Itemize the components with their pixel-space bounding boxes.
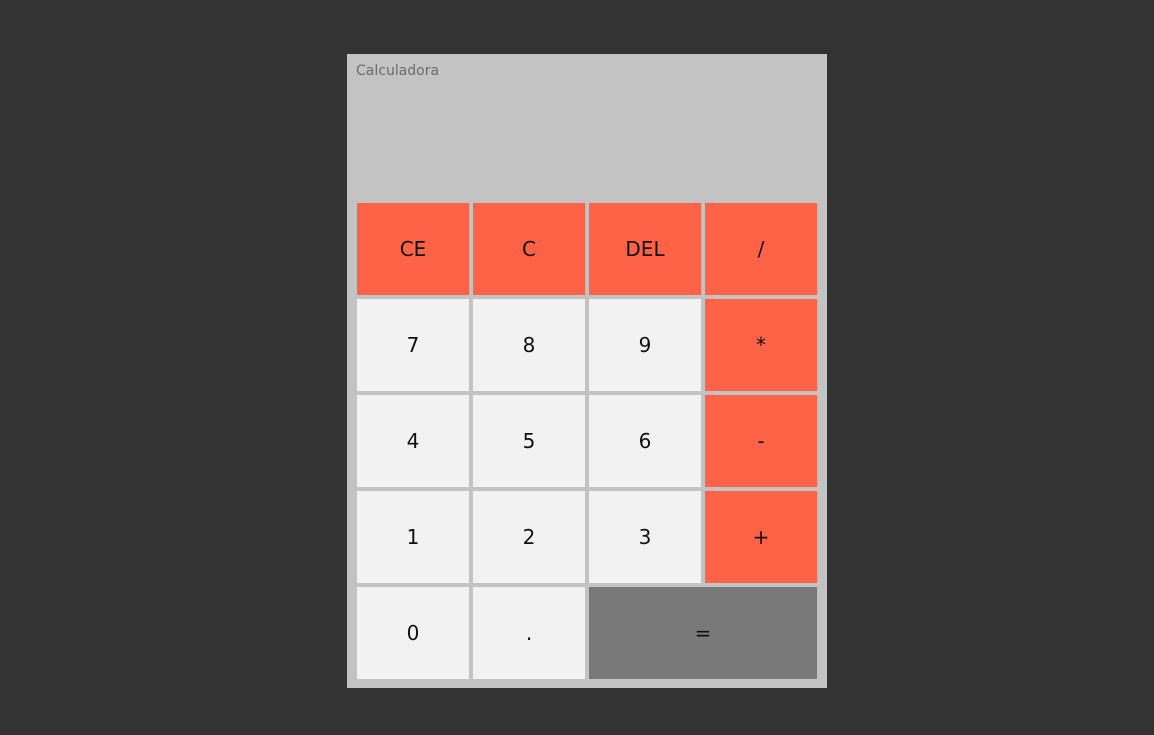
multiply-button[interactable]: *	[705, 299, 817, 391]
calculator-title: Calculadora	[356, 63, 440, 79]
digit-6-button[interactable]: 6	[589, 395, 701, 487]
keypad: CE C DEL / 7 8 9 * 4 5 6 - 1 2 3 + 0 . =	[357, 203, 817, 679]
digit-5-button[interactable]: 5	[473, 395, 585, 487]
divide-button[interactable]: /	[705, 203, 817, 295]
digit-0-button[interactable]: 0	[357, 587, 469, 679]
equals-button[interactable]: =	[589, 587, 817, 679]
digit-9-button[interactable]: 9	[589, 299, 701, 391]
digit-1-button[interactable]: 1	[357, 491, 469, 583]
calculator: Calculadora CE C DEL / 7 8 9 * 4 5 6 - 1…	[347, 54, 827, 688]
display: Calculadora	[347, 54, 827, 203]
digit-7-button[interactable]: 7	[357, 299, 469, 391]
clear-entry-button[interactable]: CE	[357, 203, 469, 295]
digit-2-button[interactable]: 2	[473, 491, 585, 583]
add-button[interactable]: +	[705, 491, 817, 583]
digit-8-button[interactable]: 8	[473, 299, 585, 391]
subtract-button[interactable]: -	[705, 395, 817, 487]
digit-4-button[interactable]: 4	[357, 395, 469, 487]
decimal-button[interactable]: .	[473, 587, 585, 679]
digit-3-button[interactable]: 3	[589, 491, 701, 583]
delete-button[interactable]: DEL	[589, 203, 701, 295]
clear-button[interactable]: C	[473, 203, 585, 295]
